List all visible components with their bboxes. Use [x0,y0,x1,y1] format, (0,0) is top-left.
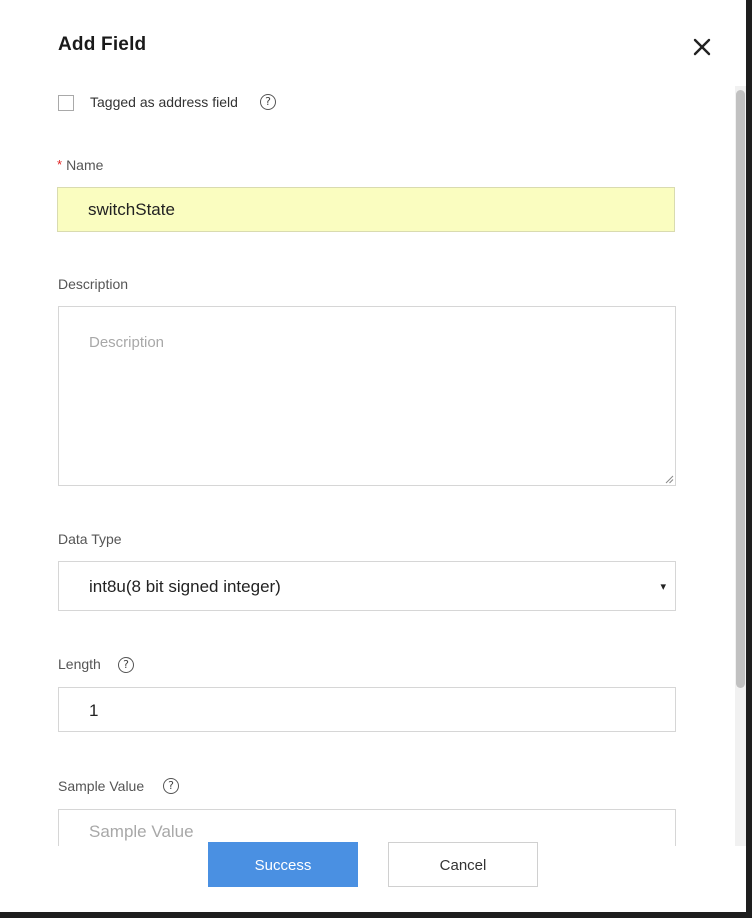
dialog-title: Add Field [58,34,147,55]
name-label-text: Name [66,157,104,173]
scrollbar-thumb[interactable] [736,90,745,688]
description-textarea[interactable]: Description [58,306,676,486]
close-icon[interactable] [688,33,716,61]
name-label: * Name [57,157,103,173]
data-type-selected-value: int8u(8 bit signed integer) [89,577,281,596]
description-label: Description [58,276,129,292]
length-input-value: 1 [89,701,99,720]
resize-handle-icon[interactable] [664,474,674,484]
name-input-value: switchState [88,200,175,219]
required-mark: * [57,157,63,172]
address-field-checkbox-label: Tagged as address field [90,94,238,110]
chevron-down-icon: ▾ [660,580,666,593]
cancel-button[interactable]: Cancel [388,842,538,887]
length-label: Length [58,656,101,672]
help-icon[interactable]: ? [163,778,179,794]
data-type-select[interactable]: int8u(8 bit signed integer) ▾ [58,561,676,611]
address-field-checkbox[interactable] [58,95,74,111]
success-button[interactable]: Success [208,842,358,887]
length-input[interactable]: 1 [58,687,676,732]
data-type-label: Data Type [58,531,122,547]
dialog-footer [0,846,735,912]
add-field-dialog: Add Field Tagged as address field ? * Nam… [0,0,746,912]
description-placeholder: Description [89,334,165,351]
help-icon[interactable]: ? [118,657,134,673]
name-input[interactable]: switchState [57,187,675,232]
sample-value-placeholder: Sample Value [89,822,194,841]
help-icon[interactable]: ? [260,94,276,110]
sample-value-label: Sample Value [58,778,145,794]
